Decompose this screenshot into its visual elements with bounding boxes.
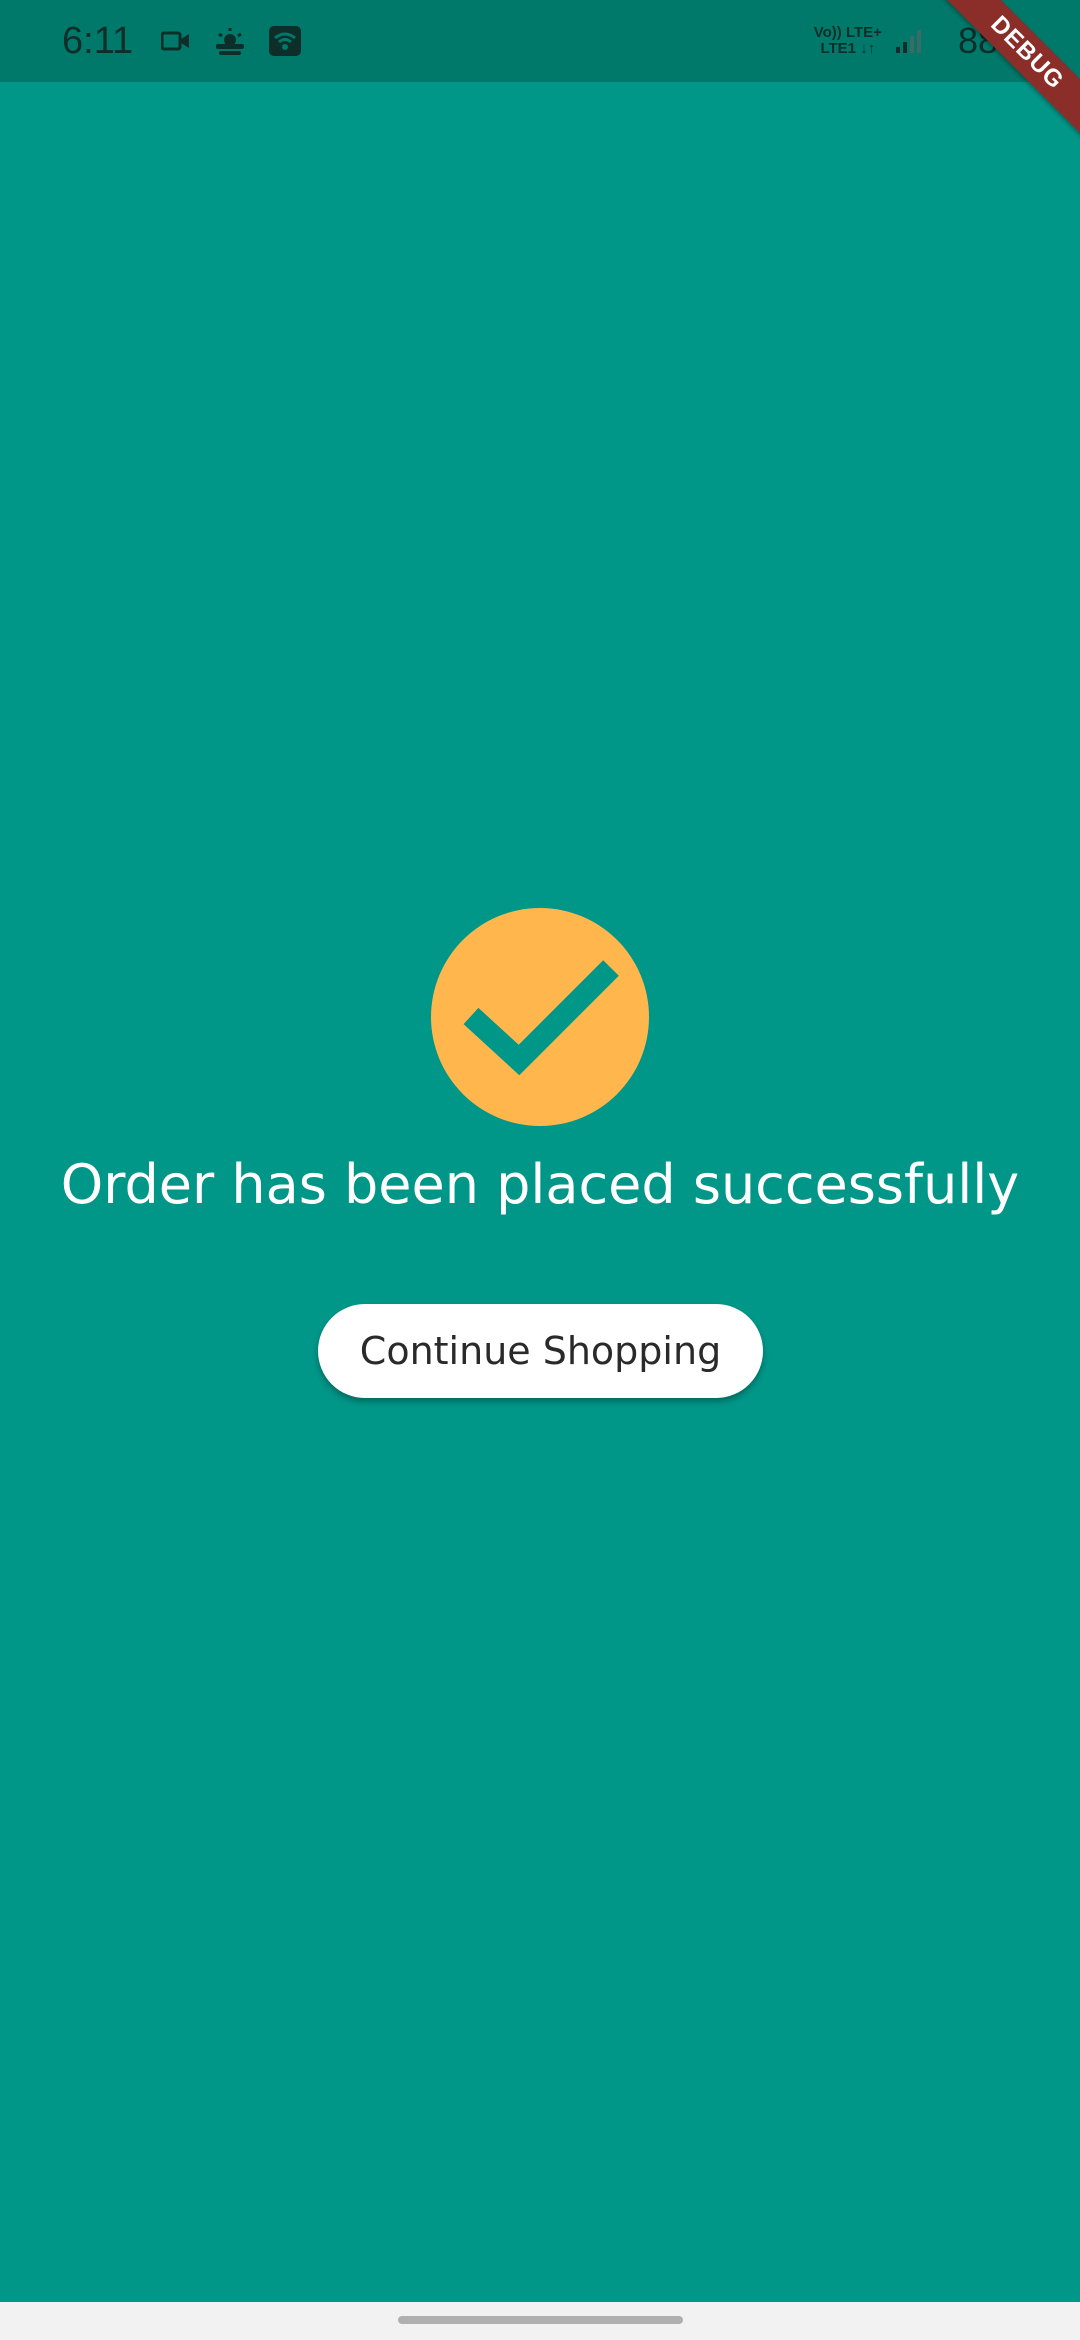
network-line-top: Vo)) LTE+ xyxy=(813,24,882,41)
video-icon xyxy=(161,29,191,53)
success-message: Order has been placed successfully xyxy=(60,1153,1020,1216)
navigation-bar xyxy=(0,2302,1080,2340)
status-left: 6:11 xyxy=(62,0,323,82)
status-bar: 6:11 Vo)) LTE+ LTE1 ↓↑ xyxy=(0,0,1080,82)
signal-icon xyxy=(894,27,924,55)
check-circle-icon xyxy=(431,908,649,1126)
status-time: 6:11 xyxy=(62,19,134,62)
wifi-icon xyxy=(269,26,302,56)
home-handle[interactable] xyxy=(398,2316,683,2324)
continue-shopping-button[interactable]: Continue Shopping xyxy=(318,1304,763,1398)
network-line-bottom: LTE1 ↓↑ xyxy=(820,40,876,57)
network-indicator: Vo)) LTE+ LTE1 ↓↑ xyxy=(814,25,882,57)
weather-icon xyxy=(213,26,247,56)
